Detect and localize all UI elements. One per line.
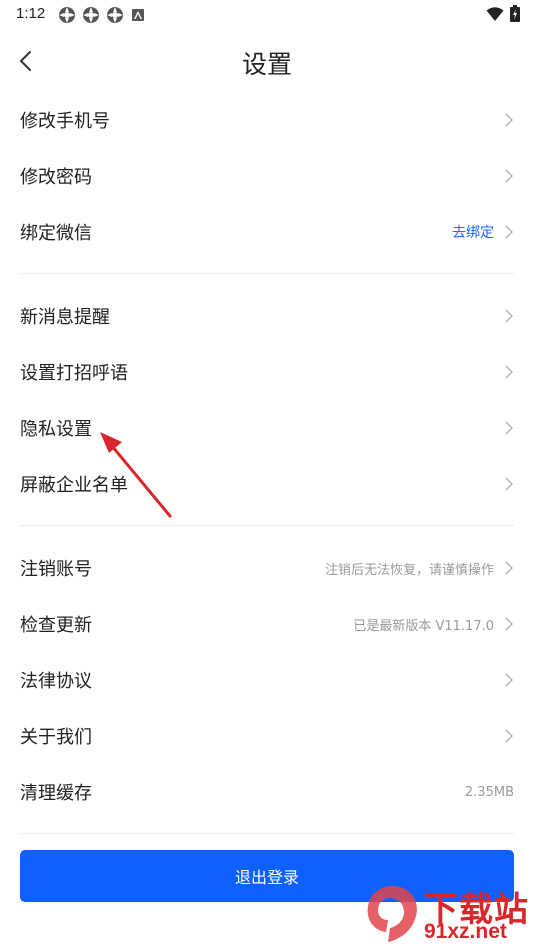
setting-label: 关于我们 [20,727,92,748]
divider [20,833,514,834]
setting-privacy[interactable]: 隐私设置 [20,400,514,456]
setting-label: 检查更新 [20,615,92,636]
nav-bar: 设置 [0,36,534,86]
status-bar: 1:12 [0,0,534,30]
setting-new-message-alerts[interactable]: 新消息提醒 [20,288,514,344]
setting-change-phone[interactable]: 修改手机号 [20,92,514,148]
app-notification-icon [59,7,75,23]
chevron-right-icon [505,421,514,435]
setting-block-companies[interactable]: 屏蔽企业名单 [20,456,514,512]
setting-clear-cache[interactable]: 清理缓存 2.35MB [20,764,514,820]
status-right-icons [486,5,520,22]
version-text: 已是最新版本 V11.17.0 [353,618,494,634]
app-notification-icon [107,7,123,23]
chevron-right-icon [505,477,514,491]
accessibility-icon [132,9,144,21]
delete-account-hint: 注销后无法恢复，请谨慎操作 [324,562,494,578]
watermark-url: 91xz.net [424,920,507,943]
setting-label: 设置打招呼语 [20,363,128,384]
chevron-right-icon [505,225,514,239]
chevron-right-icon [505,113,514,127]
chevron-right-icon [505,309,514,323]
setting-bind-wechat[interactable]: 绑定微信 去绑定 [20,204,514,260]
chevron-right-icon [505,561,514,575]
cache-size: 2.35MB [464,784,514,800]
chevron-right-icon [505,673,514,687]
watermark-logo-icon [367,886,417,942]
watermark: 下载站 91xz.net [360,882,530,948]
divider [20,525,514,526]
bind-wechat-link[interactable]: 去绑定 [452,222,494,242]
chevron-right-icon [505,617,514,631]
chevron-right-icon [505,169,514,183]
divider [20,273,514,274]
setting-about[interactable]: 关于我们 [20,708,514,764]
setting-label: 修改手机号 [20,111,110,132]
setting-label: 清理缓存 [20,783,92,804]
app-notification-icon [83,7,99,23]
battery-icon [510,5,520,22]
setting-check-update[interactable]: 检查更新 已是最新版本 V11.17.0 [20,596,514,652]
settings-list: 修改手机号 修改密码 绑定微信 去绑定 新消息提醒 设置打招呼语 隐私设置 屏蔽… [20,92,514,848]
setting-label: 修改密码 [20,167,92,188]
wifi-icon [486,6,504,21]
setting-change-password[interactable]: 修改密码 [20,148,514,204]
setting-delete-account[interactable]: 注销账号 注销后无法恢复，请谨慎操作 [20,540,514,596]
setting-label: 隐私设置 [20,419,92,440]
setting-greeting[interactable]: 设置打招呼语 [20,344,514,400]
chevron-right-icon [505,365,514,379]
setting-legal[interactable]: 法律协议 [20,652,514,708]
page-title: 设置 [241,50,292,79]
setting-label: 绑定微信 [20,223,92,244]
chevron-right-icon [505,729,514,743]
setting-label: 法律协议 [20,671,92,692]
setting-label: 注销账号 [20,559,92,580]
status-time: 1:12 [16,5,46,22]
setting-label: 屏蔽企业名单 [20,475,128,496]
status-notification-icons [58,6,146,24]
setting-label: 新消息提醒 [20,307,110,328]
